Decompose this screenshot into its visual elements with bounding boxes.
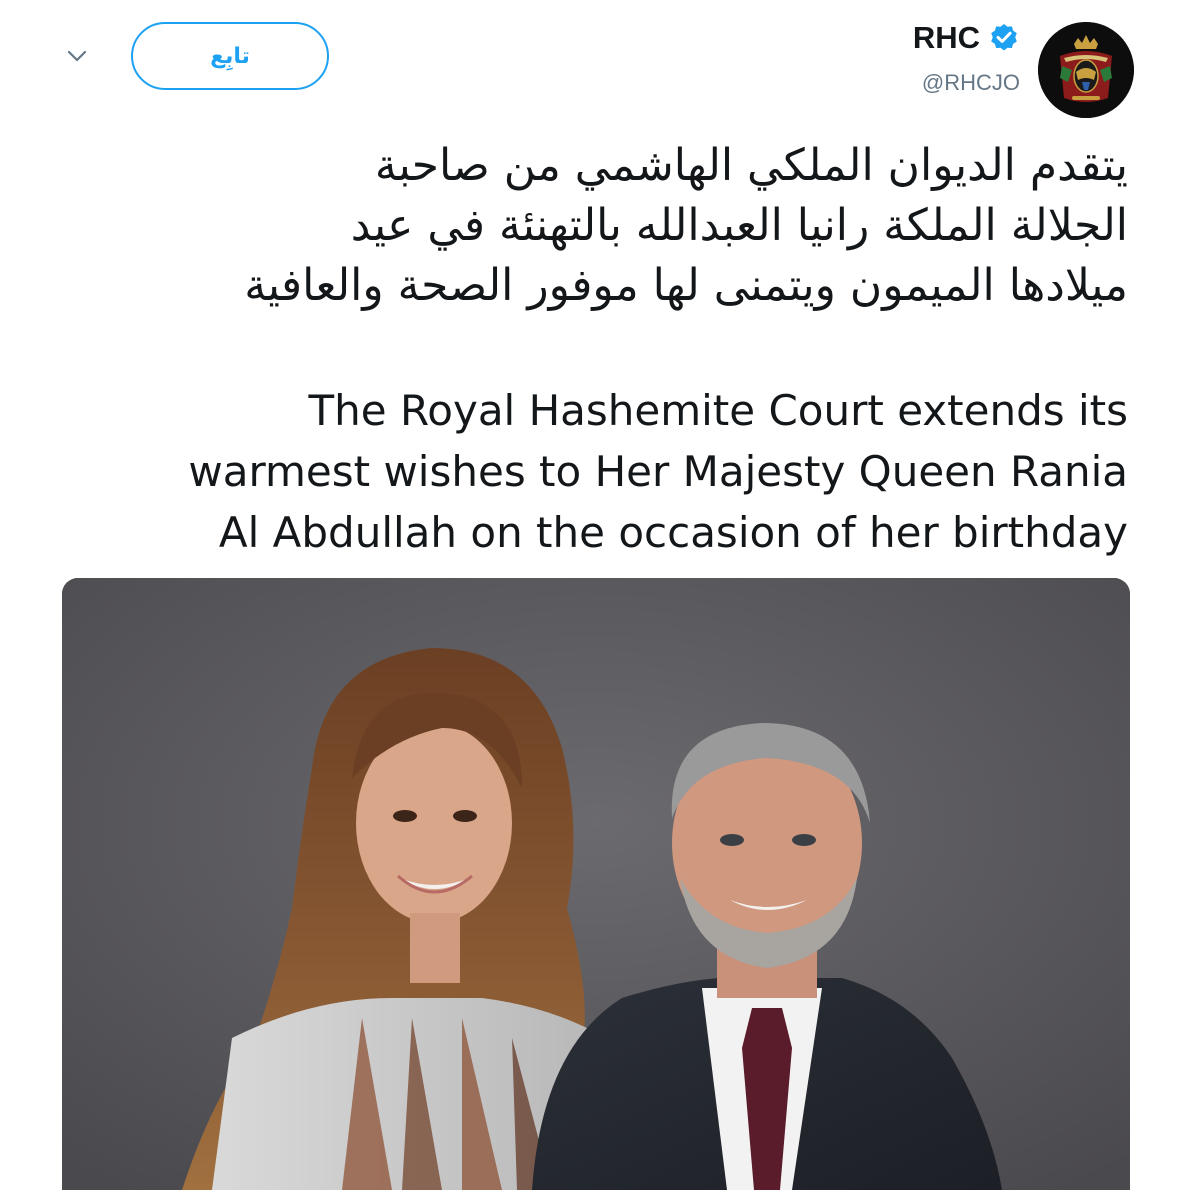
english-line: The Royal Hashemite Court extends its	[308, 386, 1129, 435]
english-line: warmest wishes to Her Majesty Queen Rani…	[188, 447, 1128, 496]
arabic-line: يتقدم الديوان الملكي الهاشمي من صاحبة	[374, 140, 1128, 191]
more-options-button[interactable]	[62, 46, 92, 66]
avatar[interactable]	[1038, 22, 1134, 118]
verified-badge-icon	[991, 24, 1017, 51]
follow-button[interactable]: تابِع	[131, 22, 329, 90]
account-handle[interactable]: @RHCJO	[913, 70, 1020, 96]
chevron-down-icon	[67, 50, 87, 62]
account-name[interactable]: RHC	[913, 20, 980, 56]
arabic-line: ميلادها الميمون ويتمنى لها موفور الصحة و…	[244, 260, 1128, 311]
tweet-card: RHC @RHCJO تابِع يتقدم الديوان الملكي ال…	[0, 0, 1200, 1190]
royal-crest-icon	[1038, 22, 1134, 118]
arabic-line: الجلالة الملكة رانيا العبدالله بالتهنئة …	[350, 200, 1128, 251]
tweet-photo[interactable]	[62, 578, 1130, 1190]
portrait-photo	[62, 578, 1130, 1190]
author-block: RHC @RHCJO	[913, 16, 1020, 96]
tweet-text-arabic: يتقدم الديوان الملكي الهاشمي من صاحبة ال…	[48, 136, 1128, 316]
english-line: Al Abdullah on the occasion of her birth…	[218, 508, 1128, 557]
name-row: RHC	[913, 16, 1020, 60]
tweet-text-english: The Royal Hashemite Court extends its wa…	[48, 380, 1128, 563]
